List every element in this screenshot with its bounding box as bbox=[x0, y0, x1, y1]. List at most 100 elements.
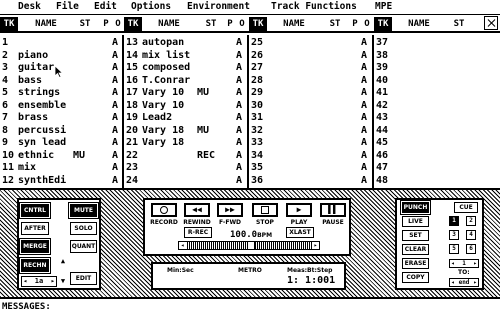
end-selector[interactable]: ◂ end ▸ bbox=[449, 278, 479, 287]
metro-label[interactable]: METRO bbox=[238, 267, 262, 274]
menu-desk[interactable]: Desk bbox=[18, 0, 41, 13]
menu-file[interactable]: File bbox=[56, 0, 79, 13]
cue-selector[interactable]: ◂ 1 ▸ bbox=[449, 259, 479, 268]
cntrl-button[interactable]: CNTRL bbox=[19, 202, 51, 219]
r-rec-button[interactable]: R-REC bbox=[184, 227, 212, 238]
track-row[interactable] bbox=[124, 175, 244, 186]
track-row[interactable] bbox=[124, 150, 244, 161]
track-port: A bbox=[361, 174, 368, 186]
solo-button[interactable]: SOLO bbox=[70, 222, 97, 235]
track-row[interactable] bbox=[374, 37, 494, 48]
track-row[interactable] bbox=[249, 150, 369, 161]
rewind-icon: ◀◀ bbox=[192, 205, 202, 214]
after-button[interactable]: AFTER bbox=[21, 222, 49, 235]
track-button-5[interactable]: 5 bbox=[449, 244, 459, 254]
cue-button[interactable]: CUE bbox=[454, 202, 478, 213]
quant-button[interactable]: QUANT bbox=[70, 240, 97, 253]
header-tk: TK bbox=[0, 17, 18, 32]
arrow-down-icon[interactable]: ▼ bbox=[58, 278, 68, 285]
track-row[interactable] bbox=[374, 87, 494, 98]
stop-label: STOP bbox=[256, 219, 274, 226]
track-port: A bbox=[361, 62, 368, 73]
arrow-left-icon[interactable]: ◂ bbox=[451, 260, 455, 267]
pause-button[interactable]: ▌▌ bbox=[320, 203, 346, 217]
track-row[interactable] bbox=[124, 162, 244, 173]
live-button[interactable]: LIVE bbox=[402, 216, 429, 227]
track-row[interactable] bbox=[374, 50, 494, 61]
clear-button[interactable]: CLEAR bbox=[402, 244, 429, 255]
header-name: NAME bbox=[158, 19, 180, 29]
play-button[interactable]: ▶ bbox=[286, 203, 312, 217]
slider-left-arrow-icon[interactable]: ◂ bbox=[179, 242, 186, 249]
track-row[interactable] bbox=[374, 100, 494, 111]
track-name: ethnic bbox=[18, 149, 55, 161]
arrow-up-icon[interactable]: ▲ bbox=[58, 258, 68, 265]
track-number: 2 bbox=[2, 49, 9, 61]
play-icon: ▶ bbox=[296, 205, 302, 214]
erase-button[interactable]: ERASE bbox=[402, 258, 429, 269]
track-number: 32 bbox=[251, 124, 264, 136]
track-row[interactable] bbox=[249, 175, 369, 186]
merge-button[interactable]: MERGE bbox=[19, 238, 51, 255]
xlast-button[interactable]: XLAST bbox=[286, 227, 314, 238]
record-button[interactable] bbox=[151, 203, 177, 217]
header-p: P bbox=[352, 19, 358, 29]
rechn-button[interactable]: RECHN bbox=[19, 257, 51, 274]
menu-mpe[interactable]: MPE bbox=[375, 0, 392, 13]
track-row[interactable] bbox=[0, 37, 120, 48]
track-row[interactable] bbox=[374, 75, 494, 86]
track-row[interactable] bbox=[374, 175, 494, 186]
punch-button[interactable]: PUNCH bbox=[400, 200, 431, 215]
record-icon bbox=[160, 206, 168, 214]
track-row[interactable] bbox=[249, 62, 369, 73]
track-number: 21 bbox=[126, 137, 139, 148]
arrow-left-icon[interactable]: ◂ bbox=[23, 277, 27, 286]
track-row[interactable] bbox=[374, 162, 494, 173]
track-button-1[interactable]: 1 bbox=[449, 216, 459, 226]
channel-selector[interactable]: ◂ 1a ▸ bbox=[21, 276, 57, 287]
arrow-right-icon[interactable]: ▸ bbox=[473, 260, 477, 267]
track-row[interactable] bbox=[249, 137, 369, 148]
edit-button[interactable]: EDIT bbox=[70, 272, 97, 285]
set-button[interactable]: SET bbox=[402, 230, 429, 241]
track-number: 12 bbox=[2, 174, 15, 186]
menu-environment[interactable]: Environment bbox=[187, 0, 250, 13]
track-button-4[interactable]: 4 bbox=[466, 230, 476, 240]
header-name: NAME bbox=[408, 19, 430, 29]
copy-button[interactable]: COPY bbox=[402, 272, 429, 283]
slider-right-arrow-icon[interactable]: ▸ bbox=[312, 242, 319, 249]
menu-edit[interactable]: Edit bbox=[94, 0, 117, 13]
rewind-button[interactable]: ◀◀ bbox=[184, 203, 210, 217]
menu-options[interactable]: Options bbox=[131, 0, 171, 13]
menu-track-functions[interactable]: Track Functions bbox=[271, 0, 357, 13]
mouse-pointer-icon bbox=[55, 66, 63, 78]
track-row[interactable] bbox=[374, 112, 494, 123]
track-number: 1 bbox=[2, 37, 9, 48]
track-row[interactable] bbox=[249, 50, 369, 61]
track-row[interactable] bbox=[249, 75, 369, 86]
track-number: 25 bbox=[251, 37, 264, 48]
track-button-6[interactable]: 6 bbox=[466, 244, 476, 254]
stop-button[interactable] bbox=[252, 203, 278, 217]
track-number: 23 bbox=[126, 162, 139, 173]
track-button-2[interactable]: 2 bbox=[466, 216, 476, 226]
track-row[interactable] bbox=[374, 125, 494, 136]
mute-button[interactable]: MUTE bbox=[68, 202, 99, 219]
track-row[interactable] bbox=[249, 125, 369, 136]
close-box-icon[interactable] bbox=[484, 16, 498, 30]
track-row[interactable] bbox=[249, 100, 369, 111]
track-row[interactable] bbox=[249, 162, 369, 173]
track-button-3[interactable]: 3 bbox=[449, 230, 459, 240]
track-row[interactable] bbox=[249, 87, 369, 98]
track-row[interactable] bbox=[249, 37, 369, 48]
fast-forward-button[interactable]: ▶▶ bbox=[217, 203, 243, 217]
track-row[interactable] bbox=[374, 150, 494, 161]
arrow-right-icon[interactable]: ▸ bbox=[51, 277, 55, 286]
arrow-left-icon[interactable]: ◂ bbox=[451, 279, 455, 286]
arrow-right-icon[interactable]: ▸ bbox=[473, 279, 477, 286]
track-row[interactable] bbox=[374, 62, 494, 73]
tempo-slider[interactable]: ◂ ▸ bbox=[178, 241, 320, 250]
slider-thumb[interactable] bbox=[247, 242, 255, 249]
track-row[interactable] bbox=[249, 112, 369, 123]
track-row[interactable] bbox=[374, 137, 494, 148]
